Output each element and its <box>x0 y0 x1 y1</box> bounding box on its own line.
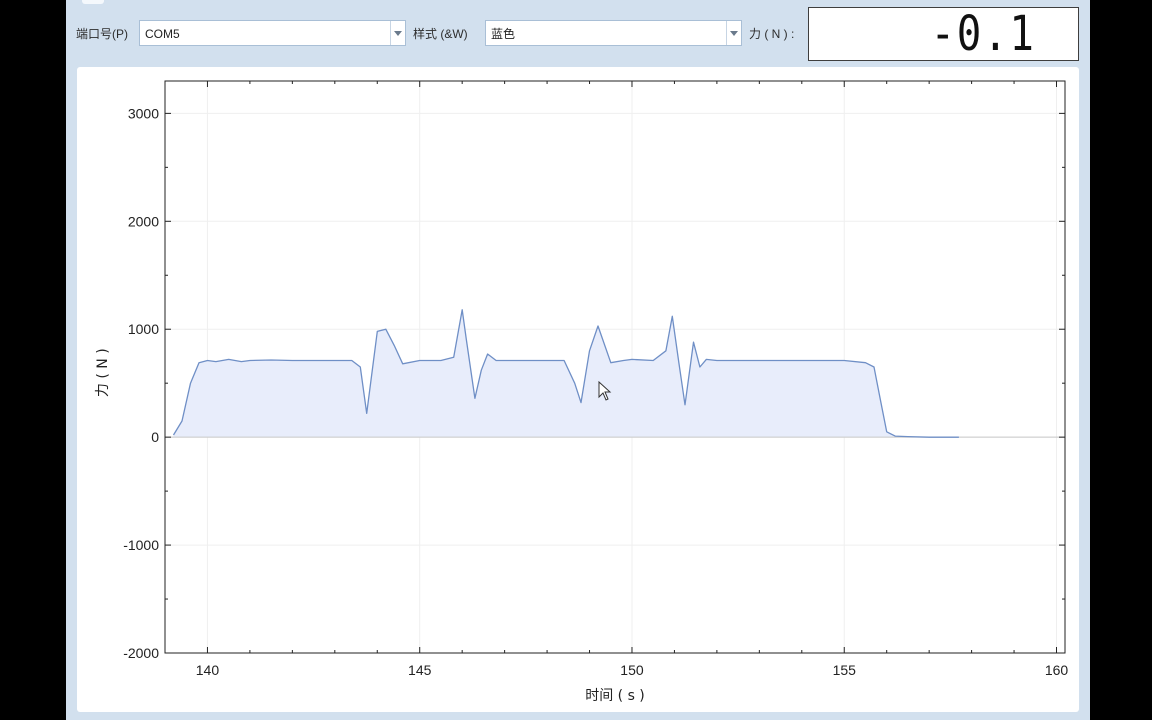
y-tick-label: 3000 <box>128 105 159 121</box>
x-tick-label: 140 <box>196 662 220 678</box>
x-tick-label: 160 <box>1045 662 1069 678</box>
mouse-pointer-icon <box>598 381 612 401</box>
y-tick-label: 2000 <box>128 213 159 229</box>
style-select[interactable]: 蓝色 <box>485 20 742 46</box>
chevron-down-icon[interactable] <box>726 21 741 45</box>
y-tick-label: 0 <box>151 429 159 445</box>
force-chart: 140 145 150 155 160 -2000 -1000 0 1000 2000 3000 时… <box>95 80 1069 704</box>
x-tick-label: 155 <box>833 662 857 678</box>
style-label: 样式 (&W) <box>413 27 468 41</box>
x-axis-label: 时间 ( s ) <box>585 688 645 704</box>
x-tick-label: 150 <box>620 662 644 678</box>
x-tick-label: 145 <box>408 662 432 678</box>
chevron-down-icon[interactable] <box>390 21 405 45</box>
status-strip <box>66 712 1090 720</box>
force-readout: -0.1 <box>930 6 1036 62</box>
app-window: 端口号(P) COM5 样式 (&W) 蓝色 力 ( N ) : -0.1 14… <box>66 0 1090 720</box>
chart-panel: 140 145 150 155 160 -2000 -1000 0 1000 2000 3000 时… <box>77 67 1079 712</box>
port-label: 端口号(P) <box>76 27 128 41</box>
force-display: -0.1 <box>808 7 1079 61</box>
y-tick-label: -1000 <box>123 537 159 553</box>
style-select-value: 蓝色 <box>491 27 516 41</box>
y-tick-label: -2000 <box>123 645 159 661</box>
y-axis-label: 力 ( N ) <box>95 348 111 397</box>
toolbar: 端口号(P) COM5 样式 (&W) 蓝色 力 ( N ) : -0.1 <box>66 0 1090 66</box>
port-select[interactable]: COM5 <box>139 20 406 46</box>
port-select-value: COM5 <box>145 27 180 41</box>
y-tick-label: 1000 <box>128 321 159 337</box>
force-label: 力 ( N ) : <box>749 27 795 41</box>
